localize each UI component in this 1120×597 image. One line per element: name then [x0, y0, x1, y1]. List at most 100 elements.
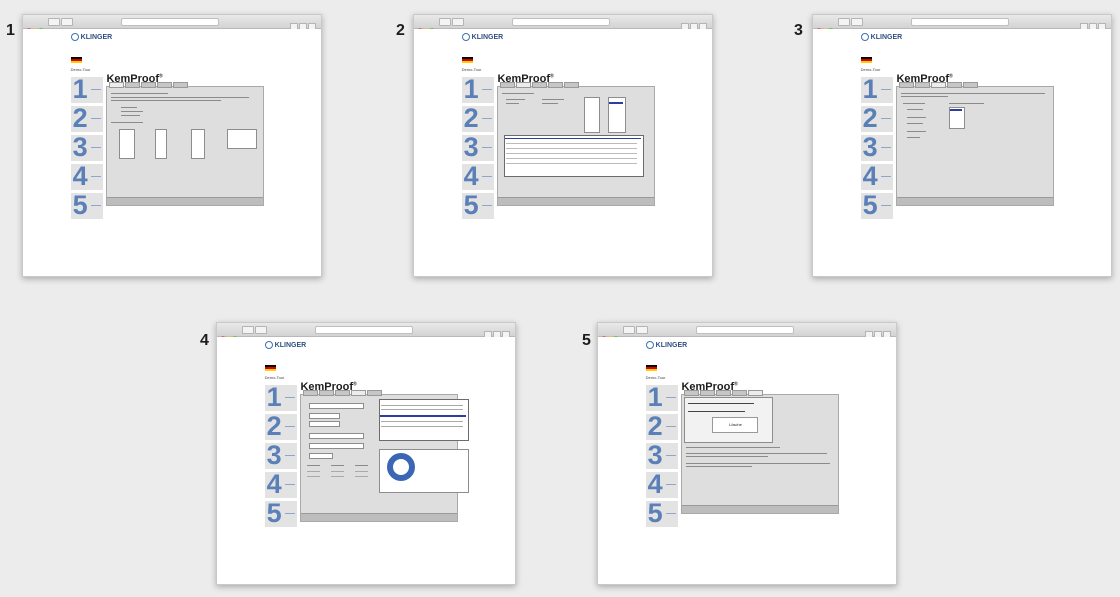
list-box[interactable] [584, 97, 601, 133]
form-field[interactable] [309, 421, 340, 427]
sidebar-step-2[interactable]: 2 [461, 103, 495, 133]
selected-item[interactable] [950, 109, 963, 111]
address-bar[interactable] [696, 326, 794, 334]
form-field[interactable] [309, 453, 334, 459]
tab-4[interactable] [732, 390, 748, 396]
table-row[interactable] [506, 143, 638, 144]
image-tank-4[interactable] [227, 129, 258, 149]
tab-2[interactable] [125, 82, 141, 88]
results-table[interactable] [504, 135, 644, 177]
sidebar-step-4[interactable]: 4 [70, 161, 104, 191]
checkbox-option[interactable] [331, 471, 344, 472]
table-row[interactable] [381, 405, 463, 406]
form-field[interactable] [309, 403, 365, 409]
forward-icon[interactable] [255, 326, 267, 334]
sidebar-step-4[interactable]: 4 [645, 469, 679, 499]
tab-1[interactable] [899, 82, 915, 88]
tab-4[interactable] [351, 390, 367, 396]
back-icon[interactable] [439, 18, 451, 26]
sidebar-step-5[interactable]: 5 [70, 190, 104, 220]
tab-1[interactable] [500, 82, 516, 88]
sidebar-step-3[interactable]: 3 [70, 132, 104, 162]
language-flag-icon[interactable] [860, 57, 872, 63]
selected-row[interactable] [380, 415, 467, 417]
tab-3[interactable] [335, 390, 351, 396]
tab-3[interactable] [532, 82, 548, 88]
language-flag-icon[interactable] [645, 365, 657, 371]
sidebar-step-3[interactable]: 3 [461, 132, 495, 162]
sidebar-step-5[interactable]: 5 [264, 498, 298, 528]
table-row[interactable] [381, 426, 463, 427]
table-row[interactable] [506, 163, 638, 164]
sidebar-step-2[interactable]: 2 [860, 103, 894, 133]
forward-icon[interactable] [636, 326, 648, 334]
language-flag-icon[interactable] [264, 365, 276, 371]
sidebar-step-1[interactable]: 1 [264, 382, 298, 412]
form-field[interactable] [309, 433, 365, 439]
tab-5[interactable] [367, 390, 383, 396]
form-field[interactable] [309, 443, 365, 449]
tab-2[interactable] [915, 82, 931, 88]
tab-3[interactable] [716, 390, 732, 396]
table-row[interactable] [381, 421, 463, 422]
back-icon[interactable] [623, 326, 635, 334]
sidebar-step-4[interactable]: 4 [860, 161, 894, 191]
checkbox-option[interactable] [355, 476, 368, 477]
language-flag-icon[interactable] [70, 57, 82, 63]
tab-1[interactable] [303, 390, 319, 396]
tab-5[interactable] [748, 390, 764, 396]
tab-5[interactable] [963, 82, 979, 88]
back-icon[interactable] [242, 326, 254, 334]
sidebar-step-1[interactable]: 1 [860, 74, 894, 104]
tab-1[interactable] [684, 390, 700, 396]
sidebar-step-3[interactable]: 3 [264, 440, 298, 470]
tab-2[interactable] [319, 390, 335, 396]
image-tank-1[interactable] [119, 129, 136, 159]
address-bar[interactable] [512, 18, 610, 26]
table-row[interactable] [506, 148, 638, 149]
tab-3[interactable] [931, 82, 947, 88]
sidebar-step-5[interactable]: 5 [860, 190, 894, 220]
sidebar-step-1[interactable]: 1 [70, 74, 104, 104]
sidebar-step-2[interactable]: 2 [645, 411, 679, 441]
forward-icon[interactable] [851, 18, 863, 26]
sidebar-step-4[interactable]: 4 [264, 469, 298, 499]
tab-5[interactable] [564, 82, 580, 88]
address-bar[interactable] [315, 326, 413, 334]
tab-5[interactable] [173, 82, 189, 88]
checkbox-option[interactable] [331, 476, 344, 477]
table-row[interactable] [381, 409, 463, 410]
selected-item[interactable] [609, 102, 624, 104]
tab-3[interactable] [141, 82, 157, 88]
sidebar-step-2[interactable]: 2 [264, 411, 298, 441]
sidebar-step-1[interactable]: 1 [461, 74, 495, 104]
tab-2[interactable] [516, 82, 532, 88]
sidebar-step-1[interactable]: 1 [645, 382, 679, 412]
sidebar-step-2[interactable]: 2 [70, 103, 104, 133]
sidebar-step-4[interactable]: 4 [461, 161, 495, 191]
checkbox-option[interactable] [355, 471, 368, 472]
form-field[interactable] [309, 413, 340, 419]
back-icon[interactable] [838, 18, 850, 26]
table-row[interactable] [506, 158, 638, 159]
address-bar[interactable] [121, 18, 219, 26]
tab-4[interactable] [157, 82, 173, 88]
checkbox-option[interactable] [307, 471, 320, 472]
delete-button[interactable]: Lösche [712, 417, 759, 433]
tab-4[interactable] [548, 82, 564, 88]
image-tank-3[interactable] [191, 129, 206, 159]
table-row[interactable] [506, 153, 638, 154]
language-flag-icon[interactable] [461, 57, 473, 63]
back-icon[interactable] [48, 18, 60, 26]
tab-2[interactable] [700, 390, 716, 396]
forward-icon[interactable] [452, 18, 464, 26]
sidebar-step-3[interactable]: 3 [645, 440, 679, 470]
forward-icon[interactable] [61, 18, 73, 26]
sidebar-step-5[interactable]: 5 [461, 190, 495, 220]
tab-1[interactable] [109, 82, 125, 88]
tab-4[interactable] [947, 82, 963, 88]
checkbox-option[interactable] [307, 476, 320, 477]
address-bar[interactable] [911, 18, 1009, 26]
sidebar-step-5[interactable]: 5 [645, 498, 679, 528]
sidebar-step-3[interactable]: 3 [860, 132, 894, 162]
